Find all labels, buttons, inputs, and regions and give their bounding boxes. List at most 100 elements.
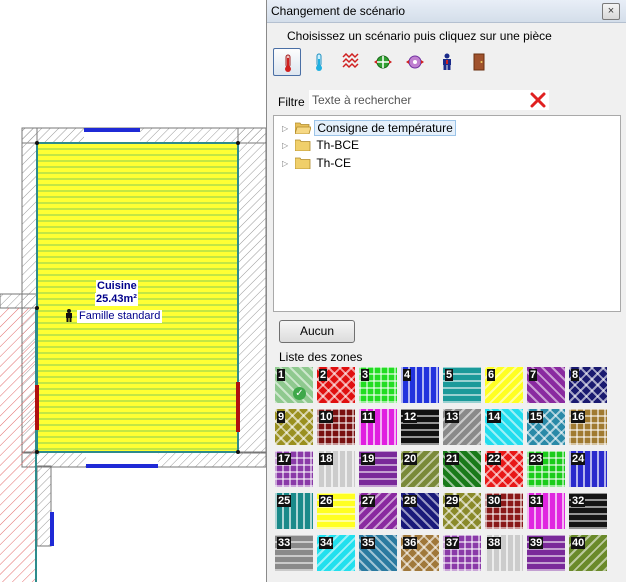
zone-number: 25 bbox=[277, 495, 292, 507]
zone-number: 7 bbox=[529, 369, 538, 381]
room-area-label: 25.43m² bbox=[95, 293, 138, 306]
zone-number: 28 bbox=[403, 495, 418, 507]
zone-swatch-16[interactable]: 16 bbox=[569, 409, 607, 445]
zone-swatch-11[interactable]: 11 bbox=[359, 409, 397, 445]
zone-number: 9 bbox=[277, 411, 286, 423]
zone-swatch-4[interactable]: 4 bbox=[401, 367, 439, 403]
zone-swatch-7[interactable]: 7 bbox=[527, 367, 565, 403]
zone-swatch-23[interactable]: 23 bbox=[527, 451, 565, 487]
zone-swatch-31[interactable]: 31 bbox=[527, 493, 565, 529]
tool-occupancy[interactable] bbox=[433, 48, 461, 76]
zone-number: 30 bbox=[487, 495, 502, 507]
instruction-text: Choisissez un scénario puis cliquez sur … bbox=[287, 29, 552, 43]
zone-number: 36 bbox=[403, 537, 418, 549]
zone-number: 17 bbox=[277, 453, 292, 465]
zone-swatch-29[interactable]: 29 bbox=[443, 493, 481, 529]
zone-number: 4 bbox=[403, 369, 412, 381]
aucun-button[interactable]: Aucun bbox=[279, 320, 355, 343]
filter-search-input[interactable] bbox=[309, 90, 549, 110]
zone-number: 35 bbox=[361, 537, 376, 549]
zones-list-label: Liste des zones bbox=[279, 350, 363, 364]
close-button[interactable]: × bbox=[602, 3, 620, 20]
zone-number: 12 bbox=[403, 411, 418, 423]
zone-swatch-6[interactable]: 6 bbox=[485, 367, 523, 403]
zone-number: 6 bbox=[487, 369, 496, 381]
zone-swatch-21[interactable]: 21 bbox=[443, 451, 481, 487]
expand-arrow-icon[interactable]: ▷ bbox=[282, 156, 292, 172]
zone-swatch-15[interactable]: 15 bbox=[527, 409, 565, 445]
tool-door[interactable] bbox=[465, 48, 493, 76]
zone-swatch-5[interactable]: 5 bbox=[443, 367, 481, 403]
zone-number: 39 bbox=[529, 537, 544, 549]
zone-number: 37 bbox=[445, 537, 460, 549]
tree-item-th-bce[interactable]: ▷ Th-BCE bbox=[282, 137, 361, 153]
clear-filter-icon[interactable] bbox=[529, 91, 547, 109]
zone-swatch-25[interactable]: 25 bbox=[275, 493, 313, 529]
filter-label: Filtre bbox=[278, 95, 305, 109]
floor-plan-canvas[interactable]: Cuisine 25.43m² Famille standard bbox=[0, 0, 266, 582]
zone-swatch-20[interactable]: 20 bbox=[401, 451, 439, 487]
zone-number: 8 bbox=[571, 369, 580, 381]
zone-swatch-24[interactable]: 24 bbox=[569, 451, 607, 487]
zone-number: 16 bbox=[571, 411, 586, 423]
zone-number: 23 bbox=[529, 453, 544, 465]
zone-swatch-34[interactable]: 34 bbox=[317, 535, 355, 571]
zone-swatch-30[interactable]: 30 bbox=[485, 493, 523, 529]
zone-number: 18 bbox=[319, 453, 334, 465]
folder-open-icon bbox=[295, 122, 312, 134]
expand-arrow-icon[interactable]: ▷ bbox=[282, 138, 292, 154]
tool-temperature-setpoint[interactable] bbox=[273, 48, 301, 76]
zone-swatch-26[interactable]: 26 bbox=[317, 493, 355, 529]
zone-swatch-39[interactable]: 39 bbox=[527, 535, 565, 571]
zone-number: 13 bbox=[445, 411, 460, 423]
zone-swatch-33[interactable]: 33 bbox=[275, 535, 313, 571]
zone-number: 19 bbox=[361, 453, 376, 465]
dialog-titlebar[interactable]: Changement de scénario × bbox=[267, 0, 626, 23]
tree-item-th-ce[interactable]: ▷ Th-CE bbox=[282, 155, 353, 171]
zone-number: 3 bbox=[361, 369, 370, 381]
tool-cold-setpoint[interactable] bbox=[305, 48, 333, 76]
zone-number: 22 bbox=[487, 453, 502, 465]
zone-number: 20 bbox=[403, 453, 418, 465]
zone-swatch-38[interactable]: 38 bbox=[485, 535, 523, 571]
tree-item-consigne-temperature[interactable]: ▷ Consigne de température bbox=[282, 120, 456, 136]
fan-icon bbox=[406, 55, 424, 69]
zone-swatch-19[interactable]: 19 bbox=[359, 451, 397, 487]
zone-swatch-9[interactable]: 9 bbox=[275, 409, 313, 445]
zone-swatch-32[interactable]: 32 bbox=[569, 493, 607, 529]
zone-swatch-17[interactable]: 17 bbox=[275, 451, 313, 487]
tree-item-label: Consigne de température bbox=[314, 120, 456, 136]
thermometer-blue-icon bbox=[316, 53, 322, 71]
zone-swatch-22[interactable]: 22 bbox=[485, 451, 523, 487]
tool-heating[interactable] bbox=[337, 48, 365, 76]
zone-swatch-10[interactable]: 10 bbox=[317, 409, 355, 445]
zone-swatch-37[interactable]: 37 bbox=[443, 535, 481, 571]
door-icon bbox=[473, 53, 485, 71]
expand-arrow-icon[interactable]: ▷ bbox=[282, 121, 292, 137]
tool-ventilation[interactable] bbox=[369, 48, 397, 76]
heat-waves-icon bbox=[342, 53, 359, 69]
occupant-label: Famille standard bbox=[77, 310, 163, 323]
zone-swatch-18[interactable]: 18 bbox=[317, 451, 355, 487]
zone-swatch-35[interactable]: 35 bbox=[359, 535, 397, 571]
zone-number: 15 bbox=[529, 411, 544, 423]
zone-number: 32 bbox=[571, 495, 586, 507]
zone-swatch-14[interactable]: 14 bbox=[485, 409, 523, 445]
tool-ventilation-2[interactable] bbox=[401, 48, 429, 76]
zone-swatch-28[interactable]: 28 bbox=[401, 493, 439, 529]
zone-swatch-40[interactable]: 40 bbox=[569, 535, 607, 571]
zone-swatch-13[interactable]: 13 bbox=[443, 409, 481, 445]
zone-swatch-3[interactable]: 3 bbox=[359, 367, 397, 403]
zone-swatch-8[interactable]: 8 bbox=[569, 367, 607, 403]
ventilation-icon bbox=[374, 55, 392, 69]
tree-item-label: Th-CE bbox=[316, 156, 352, 170]
zone-swatch-2[interactable]: 2 bbox=[317, 367, 355, 403]
zone-number: 14 bbox=[487, 411, 502, 423]
zone-swatch-1[interactable]: 1 ✓ bbox=[275, 367, 313, 403]
zone-swatch-36[interactable]: 36 bbox=[401, 535, 439, 571]
zone-swatch-12[interactable]: 12 bbox=[401, 409, 439, 445]
folder-icon bbox=[295, 157, 311, 169]
zone-swatch-27[interactable]: 27 bbox=[359, 493, 397, 529]
scenario-tree[interactable]: ▷ Consigne de température ▷ Th-BCE ▷ Th-… bbox=[273, 115, 621, 312]
zone-number: 5 bbox=[445, 369, 454, 381]
